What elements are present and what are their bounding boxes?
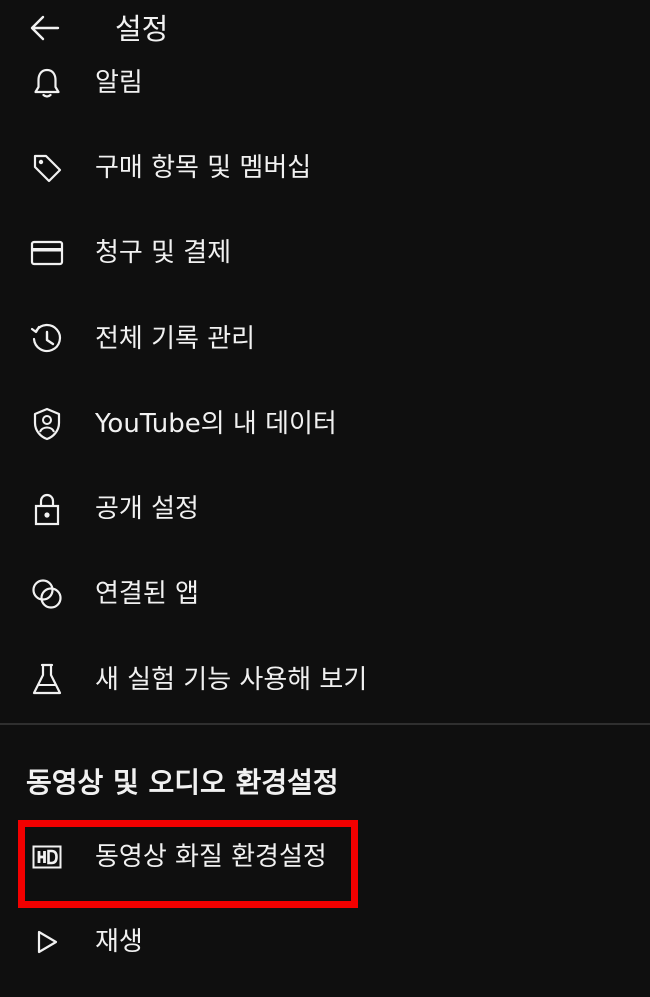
- menu-item-history[interactable]: 전체 기록 관리: [0, 296, 650, 381]
- settings-menu: 알림 구매 항목 및 멤버십 청구 및 결제 전체 기록 관리 YouTube의…: [0, 40, 650, 722]
- play-icon: [29, 924, 65, 960]
- menu-item-label: 연결된 앱: [95, 579, 199, 610]
- linked-circles-icon: [29, 576, 65, 612]
- shield-person-icon: [29, 406, 65, 442]
- menu-item-video-quality[interactable]: 동영상 화질 환경설정: [0, 821, 650, 893]
- tag-icon: [29, 150, 65, 186]
- menu-item-label: 전체 기록 관리: [95, 323, 256, 354]
- menu-item-experiments[interactable]: 새 실험 기능 사용해 보기: [0, 637, 650, 722]
- menu-item-label: 공개 설정: [95, 494, 199, 525]
- menu-item-label: YouTube의 내 데이터: [95, 408, 337, 439]
- menu-item-playback[interactable]: 재생: [0, 906, 650, 978]
- menu-item-purchases[interactable]: 구매 항목 및 멤버십: [0, 125, 650, 210]
- history-icon: [29, 321, 65, 357]
- flask-icon: [29, 662, 65, 698]
- menu-item-notifications[interactable]: 알림: [0, 40, 650, 125]
- menu-item-label: 알림: [95, 67, 143, 98]
- menu-item-label: 구매 항목 및 멤버십: [95, 152, 312, 183]
- section-title-video-audio: 동영상 및 오디오 환경설정: [26, 766, 339, 799]
- hd-icon: [29, 839, 65, 875]
- credit-card-icon: [29, 235, 65, 271]
- menu-item-label: 청구 및 결제: [95, 238, 232, 269]
- menu-item-billing[interactable]: 청구 및 결제: [0, 211, 650, 296]
- menu-item-label: 재생: [95, 927, 143, 957]
- menu-item-privacy[interactable]: 공개 설정: [0, 466, 650, 551]
- menu-item-label: 동영상 화질 환경설정: [95, 842, 327, 872]
- menu-item-your-data[interactable]: YouTube의 내 데이터: [0, 381, 650, 466]
- arrow-left-icon: [29, 14, 61, 42]
- section-divider: [0, 723, 650, 725]
- menu-item-connected-apps[interactable]: 연결된 앱: [0, 552, 650, 637]
- lock-icon: [29, 491, 65, 527]
- menu-item-label: 새 실험 기능 사용해 보기: [95, 664, 368, 695]
- bell-icon: [29, 65, 65, 101]
